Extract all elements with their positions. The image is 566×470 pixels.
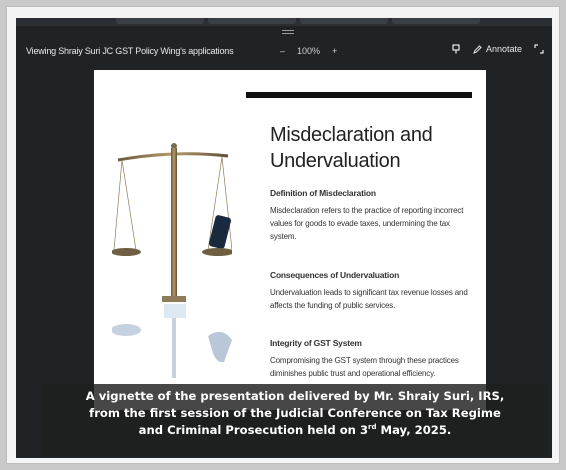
share-title: Viewing Shraiy Suri JC GST Policy Wing's… (26, 46, 234, 56)
presentation-slide: Misdeclaration and Undervaluation Defini… (94, 70, 486, 410)
slide-title-bar (246, 92, 472, 98)
section-heading: Definition of Misdeclaration (270, 188, 376, 198)
zoom-level: 100% (297, 46, 321, 56)
section-consequences: Consequences of Undervaluation Undervalu… (270, 270, 476, 312)
slide-title-line2: Undervaluation (270, 150, 401, 172)
section-integrity: Integrity of GST System Compromising the… (270, 338, 476, 380)
section-body: Undervaluation leads to significant tax … (270, 288, 468, 310)
caption-line3: and Criminal Prosecution held on 3rd May… (42, 422, 548, 439)
section-body: Compromising the GST system through thes… (270, 356, 459, 378)
caption-ordinal: rd (368, 423, 377, 432)
justice-scale-image (112, 143, 232, 378)
annotate-button[interactable]: Annotate (473, 44, 522, 54)
annotate-label: Annotate (485, 44, 522, 54)
section-heading: Consequences of Undervaluation (270, 270, 400, 280)
drag-handle-icon[interactable] (282, 30, 294, 36)
section-definition: Definition of Misdeclaration Misdeclarat… (270, 188, 476, 243)
photo-caption: A vignette of the presentation delivered… (42, 384, 548, 456)
caption-line2: from the first session of the Judicial C… (89, 406, 501, 420)
pin-icon[interactable] (451, 44, 461, 54)
section-body: Misdeclaration refers to the practice of… (270, 206, 464, 241)
toolbar-actions: Annotate (451, 44, 544, 54)
caption-line3-post: May, 2025. (376, 423, 452, 437)
share-toolbar: Viewing Shraiy Suri JC GST Policy Wing's… (16, 38, 552, 64)
zoom-out-button[interactable]: – (280, 46, 285, 56)
caption-line3-pre: and Criminal Prosecution held on 3 (138, 423, 369, 437)
annotate-pen-icon (473, 44, 482, 54)
zoom-in-button[interactable]: + (332, 46, 337, 56)
slide-title: Misdeclaration and Undervaluation (270, 122, 480, 174)
participant-strip (16, 18, 552, 26)
section-heading: Integrity of GST System (270, 338, 362, 348)
caption-line1: A vignette of the presentation delivered… (85, 389, 505, 403)
slide-title-line1: Misdeclaration and (270, 124, 433, 146)
expand-icon[interactable] (534, 44, 544, 54)
zoom-controls: – 100% + (280, 46, 337, 56)
